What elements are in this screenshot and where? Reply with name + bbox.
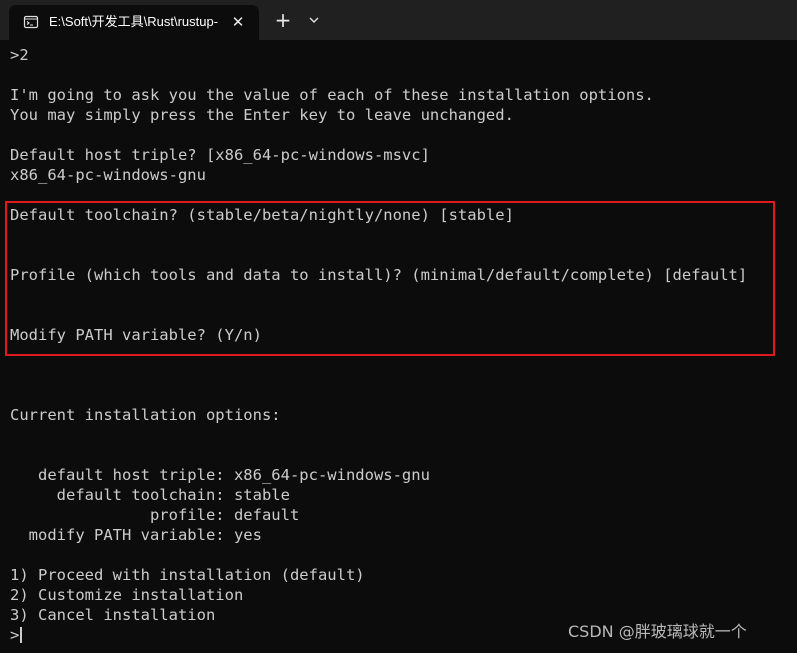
close-icon[interactable]: ✕ <box>229 13 247 31</box>
terminal-line: Profile (which tools and data to install… <box>10 266 748 284</box>
new-tab-button[interactable]: + <box>272 9 294 31</box>
terminal-line: Default toolchain? (stable/beta/nightly/… <box>10 206 514 224</box>
terminal-window: E:\Soft\开发工具\Rust\rustup- ✕ + >2 I'm goi… <box>0 0 797 653</box>
terminal-line: x86_64-pc-windows-gnu <box>10 166 206 184</box>
terminal-icon <box>23 15 39 29</box>
terminal-line: I'm going to ask you the value of each o… <box>10 86 654 104</box>
terminal-line: profile: default <box>10 506 300 524</box>
terminal-line: 2) Customize installation <box>10 586 244 604</box>
tab-title: E:\Soft\开发工具\Rust\rustup- <box>49 14 219 29</box>
terminal-line: Default host triple? [x86_64-pc-windows-… <box>10 146 430 164</box>
prompt-symbol: > <box>10 626 20 644</box>
terminal-line: >2 <box>10 46 29 64</box>
chevron-down-icon[interactable] <box>303 11 325 29</box>
terminal-line: default host triple: x86_64-pc-windows-g… <box>10 466 430 484</box>
terminal-line: Modify PATH variable? (Y/n) <box>10 326 262 344</box>
title-bar: E:\Soft\开发工具\Rust\rustup- ✕ + <box>0 0 797 40</box>
terminal-output[interactable]: >2 I'm going to ask you the value of eac… <box>10 45 795 650</box>
watermark: CSDN @胖玻璃球就一个 <box>568 622 747 641</box>
terminal-line: You may simply press the Enter key to le… <box>10 106 514 124</box>
terminal-line: modify PATH variable: yes <box>10 526 262 544</box>
terminal-line: default toolchain: stable <box>10 486 290 504</box>
terminal-line: Current installation options: <box>10 406 281 424</box>
tab-terminal[interactable]: E:\Soft\开发工具\Rust\rustup- ✕ <box>9 5 259 40</box>
text-cursor <box>20 627 23 643</box>
terminal-line: 1) Proceed with installation (default) <box>10 566 365 584</box>
